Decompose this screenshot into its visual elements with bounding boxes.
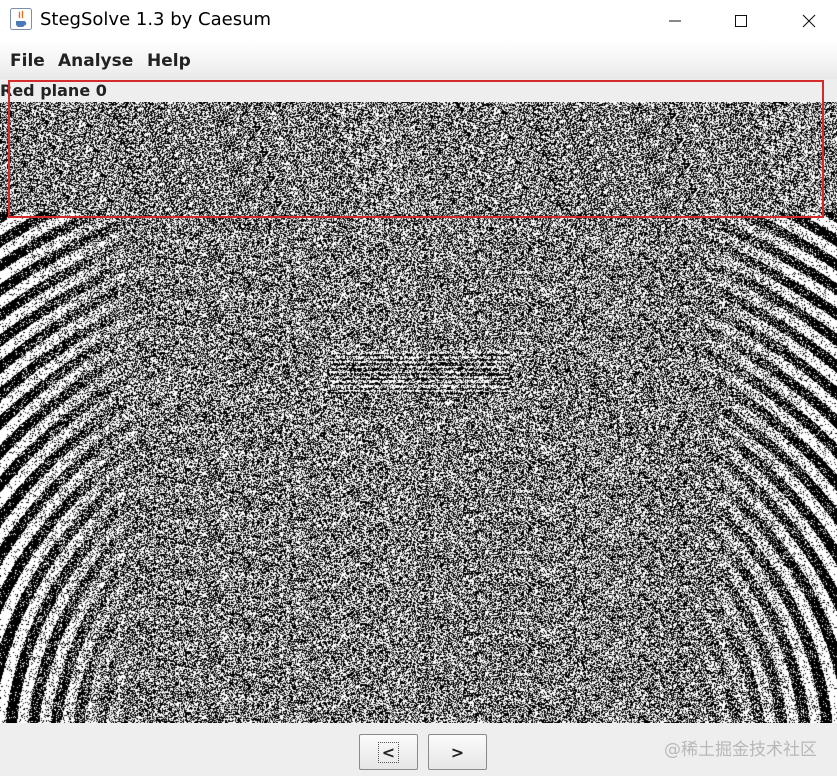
menu-help[interactable]: Help — [147, 51, 191, 71]
window-title: StegSolve 1.3 by Caesum — [40, 9, 272, 30]
minimize-button[interactable] — [652, 0, 698, 41]
title-bar[interactable]: StegSolve 1.3 by Caesum — [0, 0, 837, 41]
bit-plane-canvas — [0, 102, 837, 723]
next-plane-label: > — [450, 742, 465, 762]
previous-plane-label: < — [377, 741, 400, 763]
close-button[interactable] — [786, 0, 832, 41]
close-icon — [802, 14, 816, 27]
bit-plane-image — [0, 102, 837, 723]
maximize-button[interactable] — [718, 0, 764, 41]
stegsolve-window: StegSolve 1.3 by Caesum File Analyse Hel… — [0, 0, 837, 776]
navigation-bar: < > @稀土掘金技术社区 — [0, 723, 837, 776]
next-plane-button[interactable]: > — [428, 734, 487, 770]
menu-file[interactable]: File — [10, 51, 45, 71]
maximize-icon — [735, 14, 747, 27]
plane-label: Red plane 0 — [0, 81, 107, 100]
previous-plane-button[interactable]: < — [359, 734, 418, 770]
menu-analyse[interactable]: Analyse — [58, 51, 133, 71]
minimize-icon — [669, 20, 681, 21]
menu-bar: File Analyse Help — [0, 41, 837, 79]
java-cup-icon — [10, 8, 32, 30]
watermark: @稀土掘金技术社区 — [664, 740, 817, 760]
